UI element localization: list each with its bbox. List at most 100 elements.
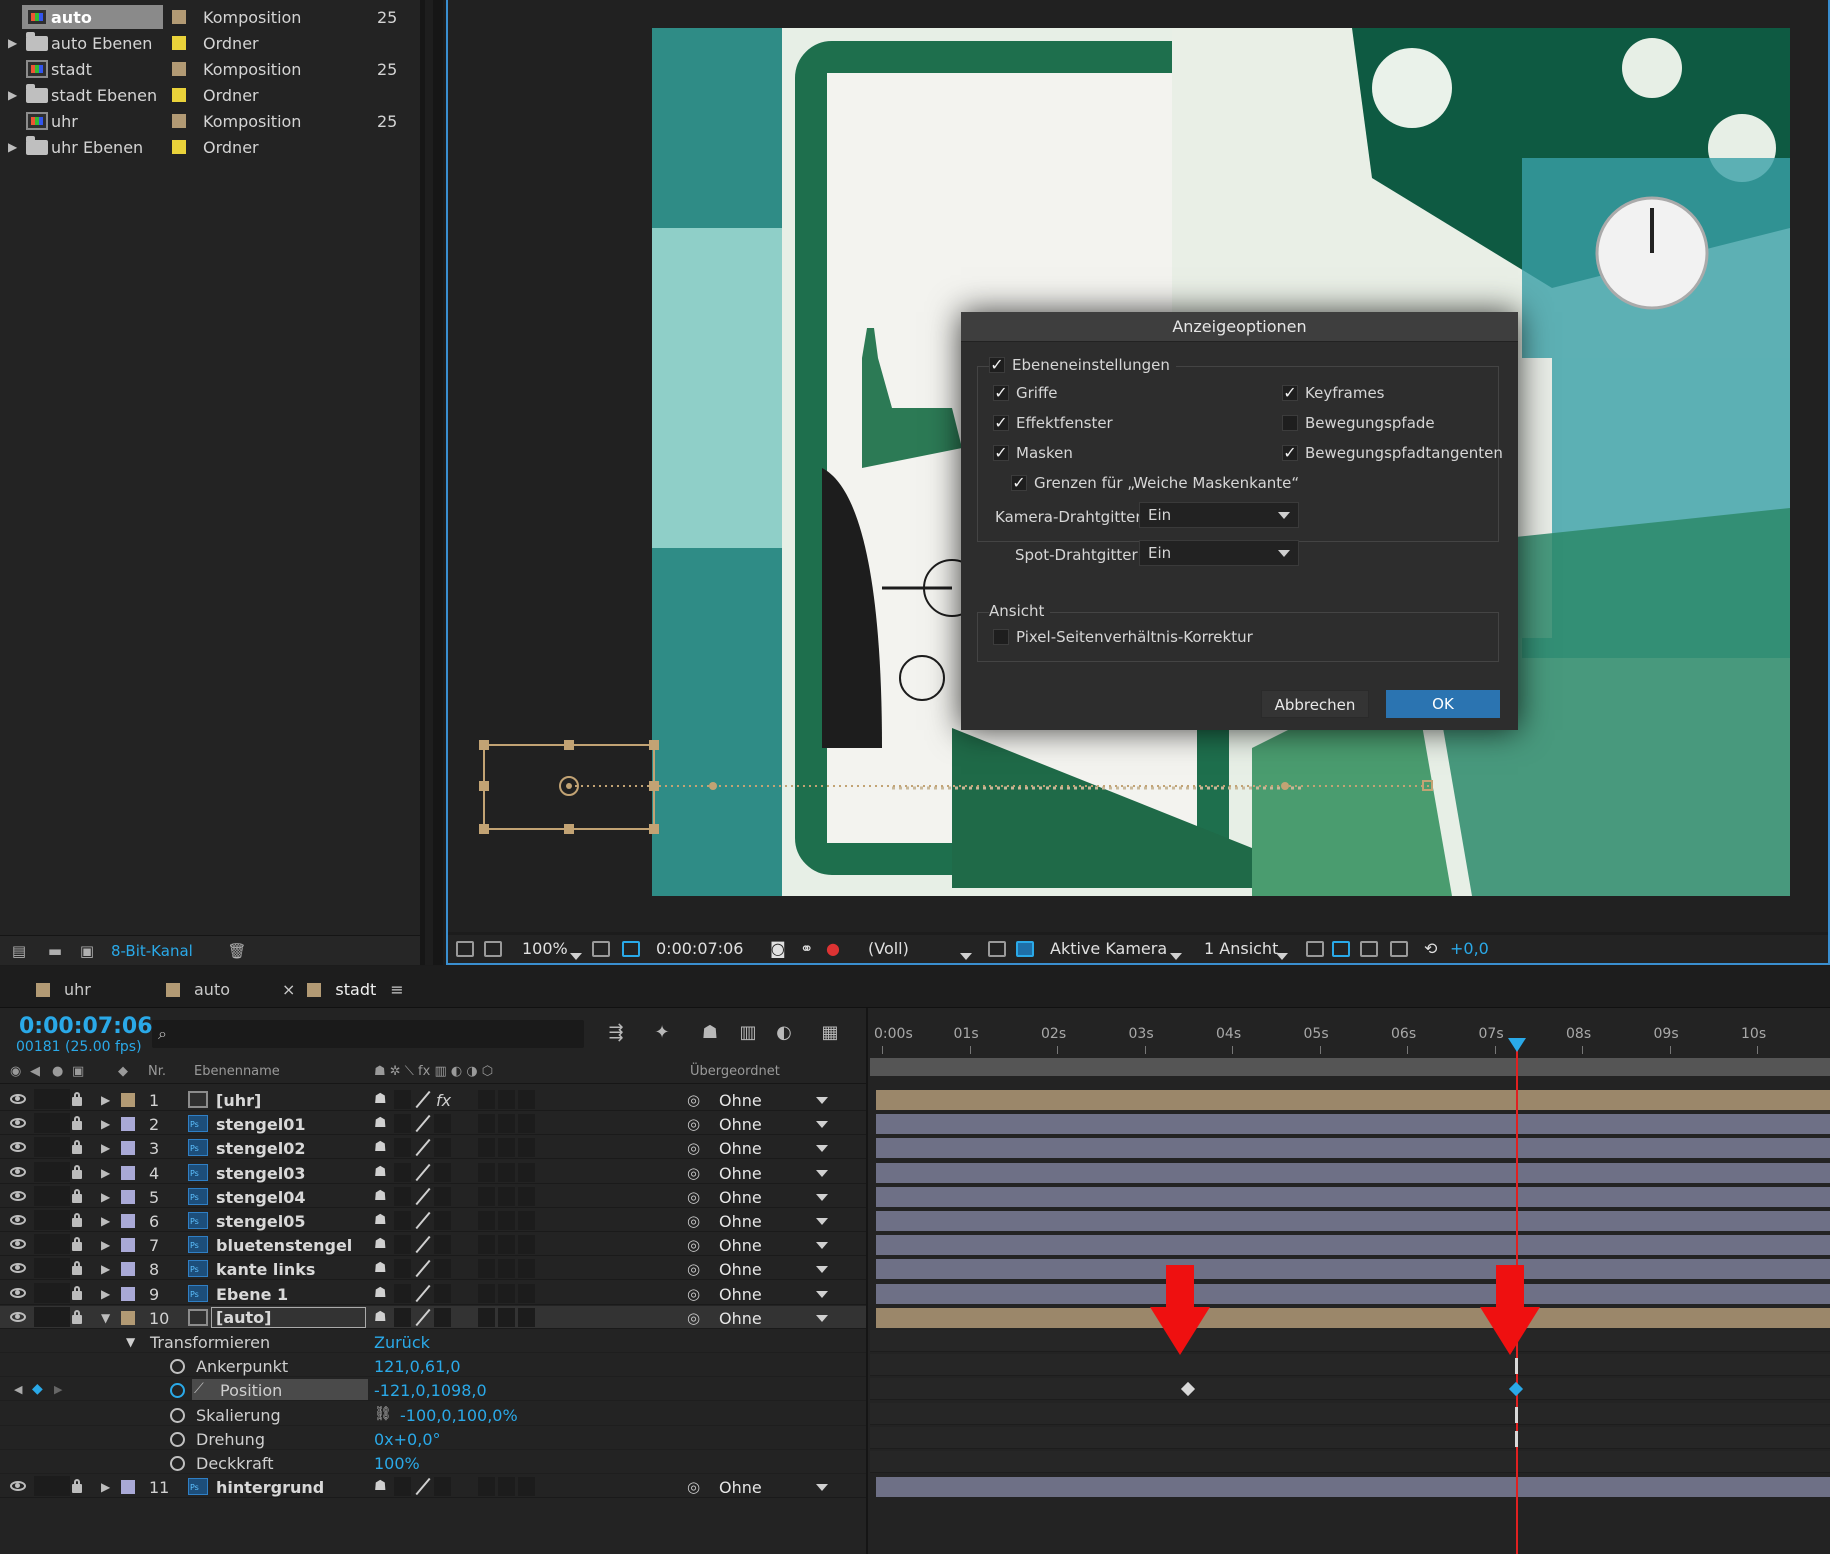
chevron-down-icon[interactable] <box>816 1169 828 1177</box>
label-color-swatch[interactable] <box>121 1238 135 1253</box>
shy-switch-icon[interactable]: ☗ <box>374 1188 387 1204</box>
comp-mini-flowchart-icon[interactable]: ⇶ <box>604 1022 628 1044</box>
layer-row[interactable]: ▶ 4 stengel03 ☗ ◎ Ohne <box>0 1161 866 1184</box>
collapse-switch[interactable] <box>394 1477 411 1497</box>
transparency-grid-icon[interactable] <box>1016 941 1034 957</box>
lock-icon[interactable] <box>72 1479 82 1494</box>
audio-toggle[interactable] <box>34 1137 52 1158</box>
layer-row[interactable]: ▼ 10 [auto] ☗ ◎ Ohne <box>0 1305 866 1329</box>
new-composition-icon[interactable]: ▣ <box>76 943 98 959</box>
solo-toggle[interactable] <box>52 1210 70 1230</box>
panel-divider[interactable] <box>420 0 443 965</box>
effects-switch[interactable] <box>434 1477 451 1497</box>
quality-switch-icon[interactable] <box>414 1308 432 1327</box>
solo-toggle[interactable] <box>52 1282 70 1303</box>
layer-bar[interactable] <box>876 1138 1830 1159</box>
shy-switch-icon[interactable]: ☗ <box>374 1236 387 1252</box>
lock-icon[interactable] <box>72 1237 82 1252</box>
shy-switch-icon[interactable]: ☗ <box>374 1115 387 1131</box>
property-row-anchor-point[interactable]: Ankerpunkt 121,0,61,0 <box>0 1354 866 1378</box>
stopwatch-icon[interactable] <box>170 1407 185 1423</box>
pick-whip-icon[interactable]: ◎ <box>687 1139 700 1157</box>
effects-switch[interactable] <box>434 1259 451 1279</box>
camera-wireframes-select[interactable]: Ein <box>1139 502 1299 528</box>
twirl-chevron-icon[interactable]: ▶ <box>101 1262 110 1276</box>
lock-icon[interactable] <box>72 1213 82 1227</box>
chevron-down-icon[interactable] <box>816 1218 828 1225</box>
pick-whip-icon[interactable]: ◎ <box>687 1309 700 1327</box>
effects-switch[interactable] <box>434 1162 451 1182</box>
twirl-chevron-icon[interactable]: ▶ <box>101 1166 110 1180</box>
solo-toggle[interactable] <box>52 1137 70 1158</box>
mask-visibility-icon[interactable] <box>622 941 640 957</box>
collapse-switch[interactable] <box>394 1259 411 1279</box>
chevron-down-icon[interactable] <box>816 1242 828 1250</box>
pick-whip-icon[interactable]: ◎ <box>687 1188 700 1206</box>
label-color-swatch[interactable] <box>172 88 186 102</box>
eye-icon[interactable] <box>10 1166 26 1177</box>
parent-select[interactable]: Ohne <box>719 1188 762 1207</box>
layer-name[interactable]: [auto] <box>211 1306 366 1328</box>
solo-toggle[interactable] <box>52 1258 70 1279</box>
label-color-swatch[interactable] <box>121 1117 135 1132</box>
lock-icon[interactable] <box>72 1261 82 1276</box>
layer-row[interactable]: ▶ 9 Ebene 1 ☗ ◎ Ohne <box>0 1282 866 1305</box>
fast-previews-icon[interactable] <box>1332 941 1350 957</box>
shy-switch-icon[interactable]: ☗ <box>374 1139 387 1155</box>
stopwatch-icon[interactable] <box>170 1431 185 1447</box>
frame-blend-switch[interactable] <box>478 1477 495 1497</box>
lock-icon[interactable] <box>72 1285 82 1300</box>
column-parent[interactable]: Übergeordnet <box>690 1064 780 1079</box>
project-item[interactable]: stadt Komposition 25 <box>0 56 420 82</box>
project-item[interactable]: ▶ uhr Ebenen Ordner <box>0 134 420 160</box>
frame-blend-switch[interactable] <box>478 1138 495 1158</box>
property-row-opacity[interactable]: Deckkraft 100% <box>0 1451 866 1474</box>
layer-name[interactable]: hintergrund <box>216 1478 324 1497</box>
chevron-down-icon[interactable] <box>816 1266 828 1274</box>
audio-toggle[interactable] <box>34 1282 52 1303</box>
property-value[interactable]: -100,0,100,0% <box>400 1406 518 1425</box>
quality-switch-icon[interactable] <box>414 1477 432 1496</box>
motion-blur-switch[interactable] <box>498 1138 515 1158</box>
collapse-switch[interactable] <box>394 1235 411 1255</box>
twirl-chevron-icon[interactable]: ▶ <box>8 88 17 102</box>
pick-whip-icon[interactable]: ◎ <box>687 1212 700 1230</box>
twirl-chevron-icon[interactable]: ▶ <box>8 140 17 154</box>
solo-toggle[interactable] <box>52 1476 70 1497</box>
adjustment-switch[interactable] <box>518 1186 535 1206</box>
motion-path-tangents-checkbox[interactable]: ✓ Bewegungspfadtangenten <box>1282 444 1503 462</box>
monitor-icon[interactable] <box>484 941 502 957</box>
pick-whip-icon[interactable]: ◎ <box>687 1478 700 1496</box>
work-area-bar[interactable] <box>870 1058 1830 1076</box>
parent-select[interactable]: Ohne <box>719 1285 762 1304</box>
parent-select[interactable]: Ohne <box>719 1478 762 1497</box>
exposure-value[interactable]: +0,0 <box>1450 939 1489 958</box>
layer-search-input[interactable]: ⌕ <box>152 1020 584 1048</box>
eye-icon[interactable] <box>10 1215 26 1225</box>
quality-switch-icon[interactable] <box>414 1284 432 1303</box>
eye-icon[interactable] <box>10 1239 26 1250</box>
twirl-chevron-icon[interactable]: ▶ <box>8 36 17 50</box>
adjustment-switch[interactable] <box>518 1259 535 1279</box>
shy-switch-icon[interactable]: ☗ <box>374 1212 387 1228</box>
layer-settings-checkbox[interactable]: ✓ Ebeneneinstellungen <box>989 356 1176 374</box>
quality-switch-icon[interactable] <box>414 1090 432 1109</box>
adjustment-switch[interactable] <box>518 1211 535 1230</box>
effects-switch[interactable] <box>434 1211 451 1230</box>
frame-blend-switch[interactable] <box>478 1114 495 1134</box>
layer-bar[interactable] <box>876 1114 1830 1135</box>
property-value[interactable]: 100% <box>374 1454 420 1473</box>
lock-icon[interactable] <box>72 1188 82 1203</box>
twirl-chevron-icon[interactable]: ▼ <box>126 1335 135 1349</box>
adjustment-switch[interactable] <box>518 1477 535 1497</box>
motion-blur-switch[interactable] <box>498 1162 515 1182</box>
label-color-swatch[interactable] <box>121 1310 135 1325</box>
lock-icon[interactable] <box>72 1092 82 1106</box>
project-item[interactable]: uhr Komposition 25 <box>0 108 420 134</box>
parent-select[interactable]: Ohne <box>719 1115 762 1134</box>
motion-blur-switch[interactable] <box>498 1186 515 1206</box>
graph-icon[interactable]: ⟋ <box>194 1381 204 1397</box>
motion-blur-switch[interactable] <box>498 1477 515 1497</box>
shy-switch-icon[interactable]: ☗ <box>374 1091 387 1107</box>
label-color-swatch[interactable] <box>172 10 186 24</box>
